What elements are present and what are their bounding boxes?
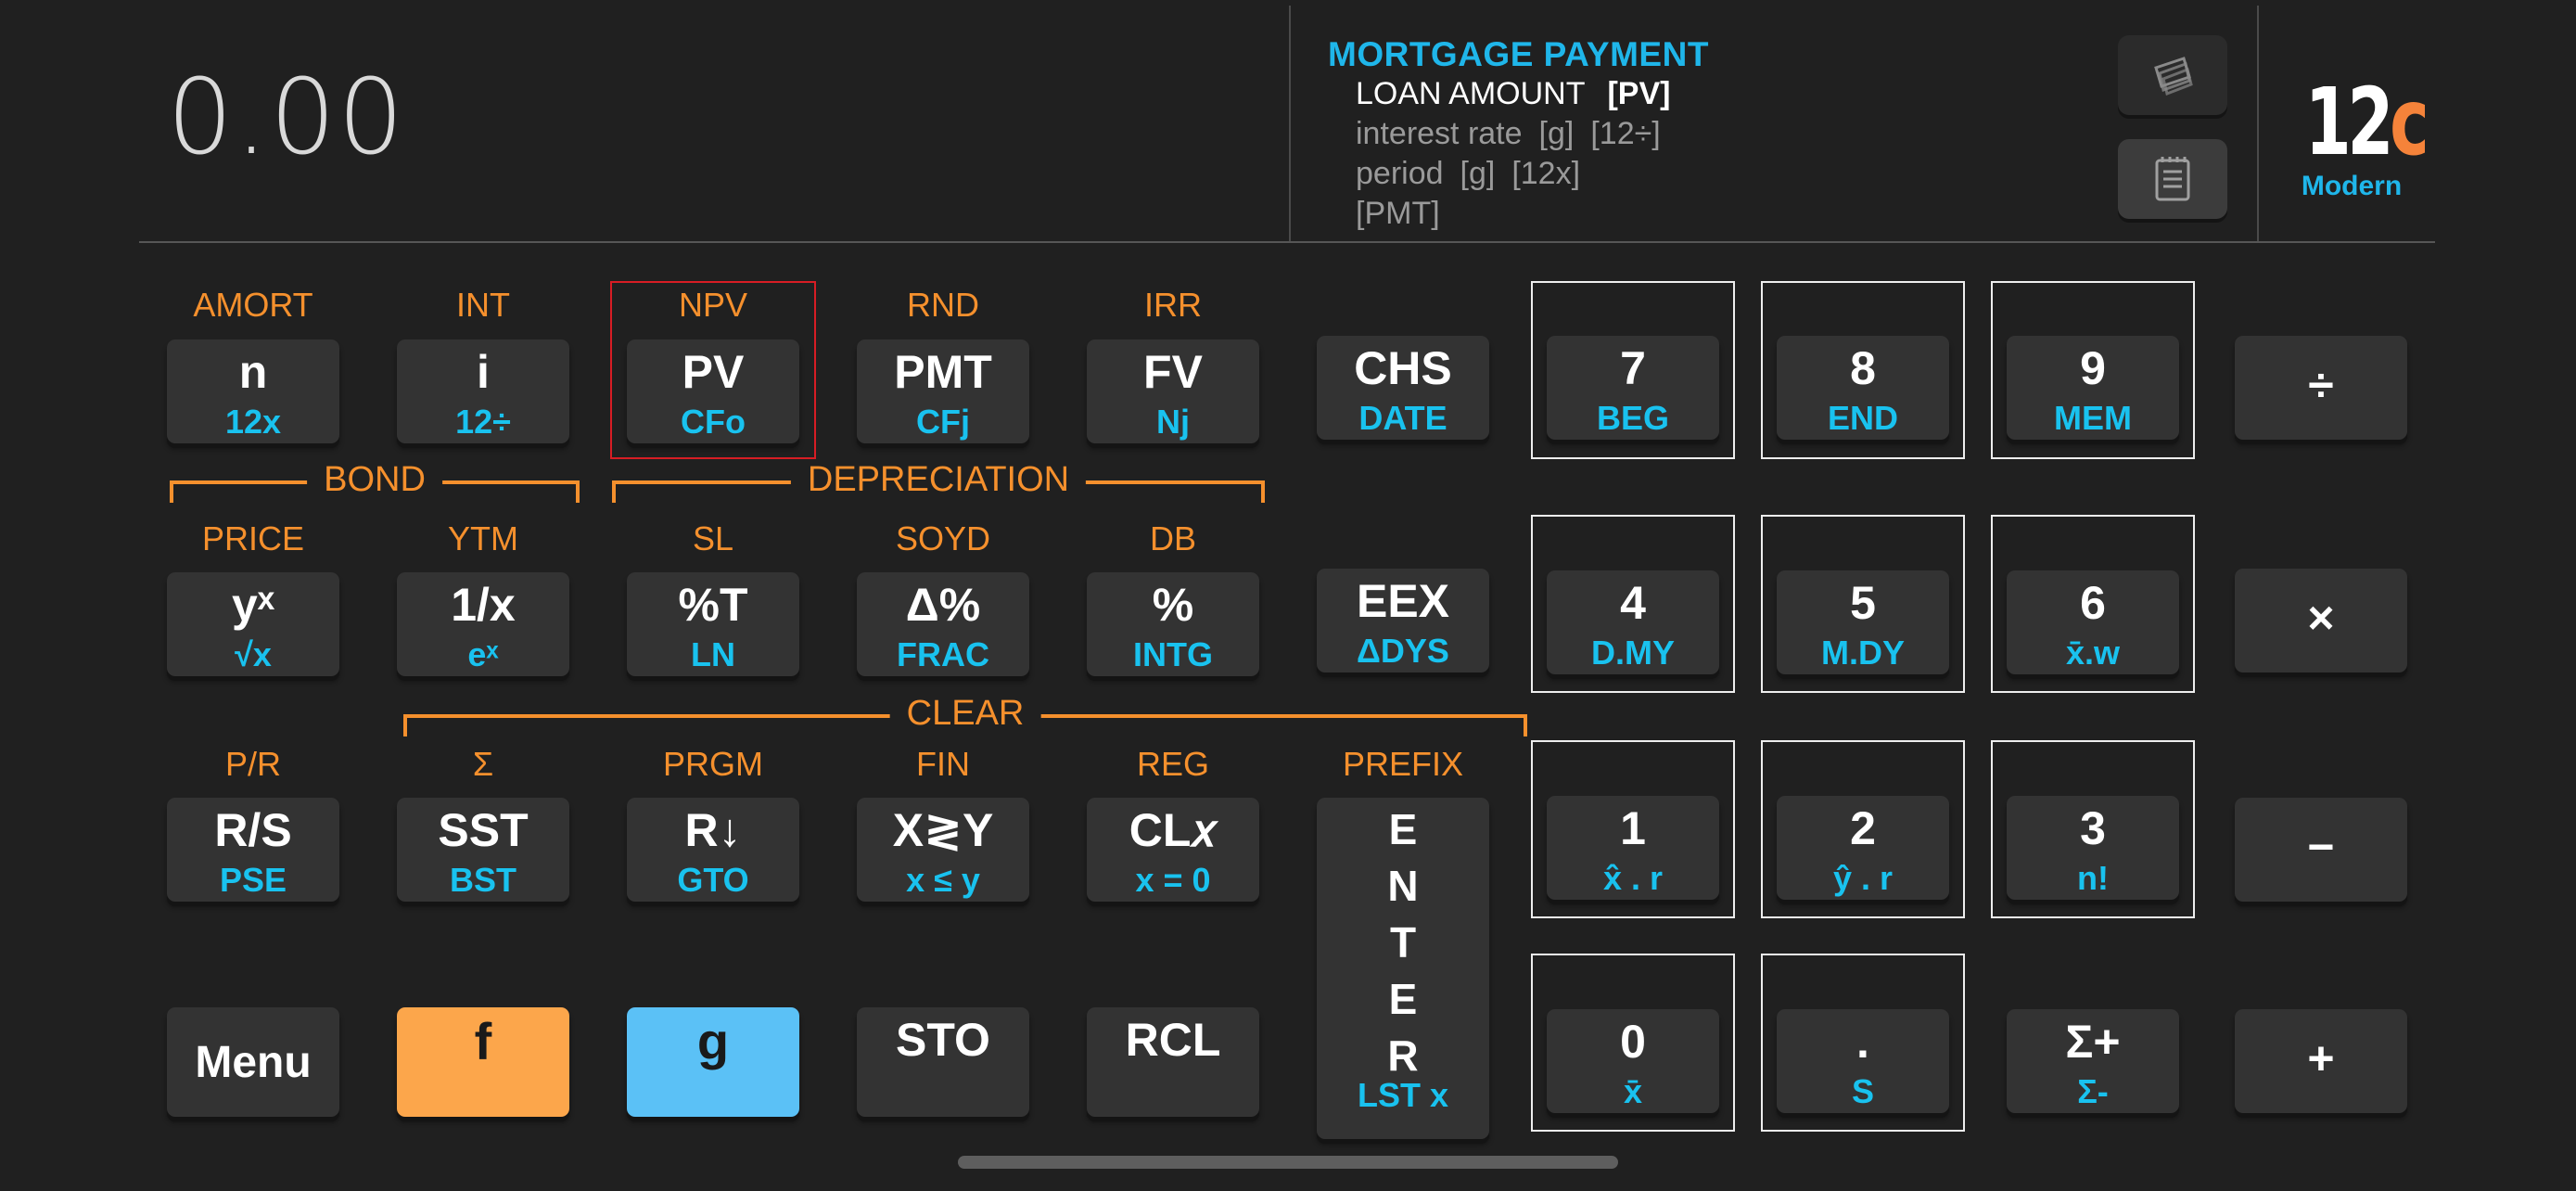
key-subtract[interactable]: − [2235, 798, 2407, 902]
key-decimal[interactable]: . S [1777, 1009, 1949, 1113]
key-n[interactable]: n 12x [167, 339, 339, 443]
key-run-stop[interactable]: R/S PSE [167, 798, 339, 902]
bond-label: BOND [307, 460, 442, 500]
key-3[interactable]: 3 n! [2007, 796, 2179, 900]
key-clear-x[interactable]: CL𝑥 x = 0 [1087, 798, 1259, 902]
key-swap-xy[interactable]: X≷Y x ≤ y [857, 798, 1029, 902]
clear-bracket: CLEAR [403, 694, 1527, 736]
key-g-shift[interactable]: g [627, 1007, 799, 1117]
key-7[interactable]: 7 BEG [1547, 336, 1719, 440]
help-title: MORTGAGE PAYMENT [1328, 35, 1709, 73]
header-divider-left [1289, 6, 1291, 241]
key-sto[interactable]: STO [857, 1007, 1029, 1117]
key-pv[interactable]: PV CFo [627, 339, 799, 443]
f-label-ytm: YTM [448, 519, 518, 557]
key-divide[interactable]: ÷ [2235, 336, 2407, 440]
key-f-shift[interactable]: f [397, 1007, 569, 1117]
lcd-display: 0.00 [167, 58, 406, 178]
bond-bracket: BOND [170, 460, 580, 503]
header-separator [139, 241, 2435, 243]
key-eex[interactable]: EEX ΔDYS [1317, 569, 1489, 672]
home-indicator[interactable] [958, 1156, 1618, 1169]
help-line-loan: LOAN AMOUNT [PV] [1356, 76, 1671, 111]
key-pmt[interactable]: PMT CFj [857, 339, 1029, 443]
key-power[interactable]: yˣ √x [167, 572, 339, 676]
app-logo: 12c Modern [2287, 68, 2429, 202]
f-label-int: INT [456, 286, 510, 324]
f-label-fin: FIN [916, 745, 970, 783]
key-i[interactable]: i 12÷ [397, 339, 569, 443]
notepad-icon [2155, 157, 2190, 201]
f-label-reg: REG [1136, 745, 1209, 783]
f-label-pr: P/R [224, 745, 281, 783]
help-line-interest: interest rate [g] [12÷] [1356, 116, 1661, 151]
key-percent[interactable]: % INTG [1087, 572, 1259, 676]
f-label-db: DB [1149, 519, 1196, 557]
f-label-prefix: PREFIX [1342, 745, 1464, 783]
key-0[interactable]: 0 x̄ [1547, 1009, 1719, 1113]
key-1[interactable]: 1 x̂ . r [1547, 796, 1719, 900]
layers-button[interactable] [2118, 35, 2227, 115]
key-9[interactable]: 9 MEM [2007, 336, 2179, 440]
help-line-pmt: [PMT] [1356, 196, 1440, 231]
clear-label: CLEAR [889, 694, 1041, 734]
key-5[interactable]: 5 M.DY [1777, 570, 1949, 674]
header-divider-right [2257, 6, 2259, 241]
key-chs[interactable]: CHS DATE [1317, 336, 1489, 440]
key-multiply[interactable]: × [2235, 569, 2407, 672]
f-label-prgm: PRGM [663, 745, 763, 783]
logo-model: 12c [2304, 68, 2429, 176]
f-label-sigma: Σ [472, 745, 494, 783]
key-reciprocal[interactable]: 1/x eˣ [397, 572, 569, 676]
key-add[interactable]: + [2235, 1009, 2407, 1113]
key-roll-down[interactable]: R↓ GTO [627, 798, 799, 902]
f-label-sl: SL [692, 519, 734, 557]
f-label-price: PRICE [201, 519, 305, 557]
key-6[interactable]: 6 x̄.w [2007, 570, 2179, 674]
notes-button[interactable] [2118, 139, 2227, 219]
key-enter[interactable]: ENTER LST x [1317, 798, 1489, 1139]
key-2[interactable]: 2 ŷ . r [1777, 796, 1949, 900]
key-sigma-plus[interactable]: Σ+ Σ- [2007, 1009, 2179, 1113]
f-label-amort: AMORT [193, 286, 313, 324]
key-4[interactable]: 4 D.MY [1547, 570, 1719, 674]
enter-label: ENTER [1387, 805, 1419, 1080]
f-label-soyd: SOYD [895, 519, 991, 557]
help-panel: MORTGAGE PAYMENT LOAN AMOUNT [PV] interes… [1328, 35, 2070, 234]
menu-button[interactable]: Menu [167, 1007, 339, 1117]
depreciation-label: DEPRECIATION [790, 460, 1087, 500]
key-delta-percent[interactable]: Δ% FRAC [857, 572, 1029, 676]
key-fv[interactable]: FV Nj [1087, 339, 1259, 443]
f-label-rnd: RND [907, 286, 979, 324]
key-sst[interactable]: SST BST [397, 798, 569, 902]
layers-icon [2154, 57, 2193, 96]
key-rcl[interactable]: RCL [1087, 1007, 1259, 1117]
f-label-npv: NPV [678, 286, 748, 324]
help-line-period: period [g] [12x] [1356, 156, 1581, 191]
f-label-irr: IRR [1144, 286, 1202, 324]
depreciation-bracket: DEPRECIATION [612, 460, 1265, 503]
key-8[interactable]: 8 END [1777, 336, 1949, 440]
key-percent-total[interactable]: %T LN [627, 572, 799, 676]
